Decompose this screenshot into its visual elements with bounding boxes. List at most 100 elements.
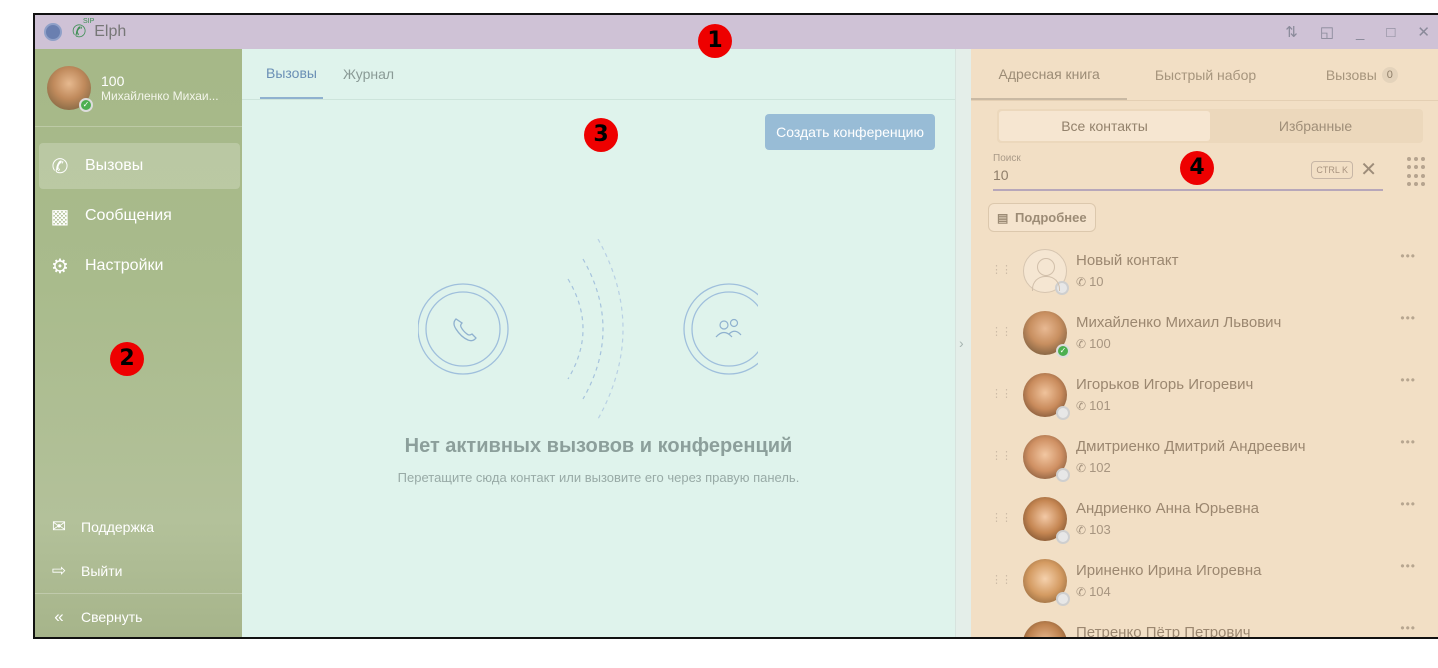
more-icon[interactable]: ••• (1400, 249, 1416, 263)
more-icon[interactable]: ••• (1400, 621, 1416, 635)
drag-handle-icon[interactable]: ⋮⋮ (991, 449, 1012, 462)
contact-number: ✆ 10 (1076, 274, 1104, 289)
clear-search-icon[interactable]: ✕ (1360, 157, 1377, 182)
collapse-label: Свернуть (81, 608, 143, 625)
filter-all-contacts[interactable]: Все контакты (999, 111, 1210, 141)
search-input[interactable] (993, 167, 1293, 183)
dialpad-icon[interactable] (1407, 157, 1425, 187)
sidebar-item-calls[interactable]: ✆ Вызовы (39, 143, 240, 189)
call-inner-ring (425, 291, 501, 367)
offline-status-icon (1055, 281, 1069, 295)
tab-calls-label: Вызовы (1325, 66, 1377, 83)
list-item[interactable]: ⋮⋮ Новый контакт ✆ 10 ••• (971, 241, 1438, 303)
more-icon[interactable]: ••• (1400, 373, 1416, 387)
contact-number: ✆ 104 (1076, 584, 1111, 599)
calls-tabs: Вызовы Журнал (242, 49, 955, 100)
online-status-icon: ✓ (1056, 344, 1070, 358)
user-profile[interactable]: ✓ 100 Михайленко Михаи... (35, 49, 242, 127)
contact-name: Петренко Пётр Петрович (1076, 624, 1251, 639)
details-button[interactable]: ▤ Подробнее (988, 203, 1096, 232)
phone-icon: ✆ (1076, 337, 1087, 351)
phone-icon: ✆ (1076, 461, 1087, 475)
avatar (1023, 435, 1070, 482)
drag-handle-icon[interactable]: ⋮⋮ (991, 325, 1012, 338)
logout-icon: ⇨ (51, 561, 67, 580)
sidebar-item-settings[interactable]: ⚙ Настройки (39, 243, 240, 289)
support-link[interactable]: ✉ Поддержка (35, 505, 242, 549)
conference-person-icon (729, 318, 739, 328)
more-icon[interactable]: ••• (1400, 497, 1416, 511)
close-icon[interactable]: ✕ (1417, 23, 1430, 41)
offline-status-icon (1056, 406, 1070, 420)
tab-speed-dial[interactable]: Быстрый набор (1127, 49, 1283, 100)
tab-address-book[interactable]: Адресная книга (971, 49, 1128, 100)
profile-text: 100 Михайленко Михаи... (101, 73, 219, 103)
sidebar: ✓ 100 Михайленко Михаи... ✆ Вызовы ▩ Соо… (35, 49, 242, 637)
sidebar-item-messages[interactable]: ▩ Сообщения (39, 193, 240, 239)
phone-icon: ✆ (1076, 399, 1087, 413)
list-item[interactable]: ⋮⋮ Андриенко Анна Юрьевна ✆ 103 ••• (971, 489, 1438, 551)
drag-handle-icon[interactable]: ⋮⋮ (991, 635, 1012, 637)
filter-favorites[interactable]: Избранные (1210, 111, 1421, 141)
contact-number-value: 104 (1089, 584, 1111, 599)
call-icon (453, 318, 477, 342)
drag-handle-icon[interactable]: ⋮⋮ (991, 387, 1012, 400)
sidebar-item-label: Сообщения (85, 207, 172, 224)
app-window: ✆ SIP Elph ⇅ ◱ _ □ ✕ ✓ 100 Михайленко Мих… (33, 13, 1438, 639)
message-icon: ▩ (50, 205, 70, 228)
chevron-right-icon[interactable]: › (959, 335, 964, 351)
panel-splitter[interactable]: › (955, 49, 971, 637)
list-item[interactable]: ⋮⋮ ✓ Михайленко Михаил Львович ✆ 100 ••• (971, 303, 1438, 365)
contact-name: Михайленко Михаил Львович (1076, 314, 1282, 331)
drag-handle-icon[interactable]: ⋮⋮ (991, 511, 1012, 524)
collapse-button[interactable]: « Свернуть (35, 593, 242, 637)
contacts-filter: Все контакты Избранные (997, 109, 1423, 143)
maximize-icon[interactable]: □ (1386, 24, 1395, 41)
wave-outer (597, 239, 624, 419)
callout-marker-3: 3 (584, 118, 618, 152)
contact-name: Игорьков Игорь Игоревич (1076, 376, 1254, 393)
create-conference-button[interactable]: Создать конференцию (765, 114, 935, 150)
window-title: Elph (94, 23, 127, 40)
logout-link[interactable]: ⇨ Выйти (35, 549, 242, 593)
more-icon[interactable]: ••• (1400, 559, 1416, 573)
contact-name: Дмитриенко Дмитрий Андреевич (1076, 438, 1306, 455)
contact-card-icon: ▤ (997, 211, 1009, 225)
more-icon[interactable]: ••• (1400, 435, 1416, 449)
sidebar-nav: ✆ Вызовы ▩ Сообщения ⚙ Настройки (35, 143, 242, 289)
title-bar[interactable]: ✆ SIP Elph ⇅ ◱ _ □ ✕ (35, 15, 1438, 49)
pin-icon[interactable]: ⇅ (1285, 23, 1298, 41)
tab-calls[interactable]: Вызовы (260, 49, 323, 99)
list-item[interactable]: ⋮⋮ Игорьков Игорь Игоревич ✆ 101 ••• (971, 365, 1438, 427)
contact-list: ⋮⋮ Новый контакт ✆ 10 ••• ⋮⋮ ✓ Михайленко… (971, 241, 1438, 639)
tab-calls-right[interactable]: Вызовы 0 (1284, 49, 1438, 100)
list-item[interactable]: ⋮⋮ Ириненко Ирина Игоревна ✆ 104 ••• (971, 551, 1438, 613)
contact-number: ✆ 103 (1076, 522, 1111, 537)
tab-journal[interactable]: Журнал (337, 49, 400, 99)
minimize-icon[interactable]: _ (1356, 24, 1364, 41)
contact-number-value: 100 (1089, 336, 1111, 351)
more-icon[interactable]: ••• (1400, 311, 1416, 325)
empty-state-illustration (418, 239, 758, 419)
gear-icon: ⚙ (51, 255, 69, 278)
conference-icon (715, 330, 742, 338)
list-item[interactable]: ⋮⋮ Петренко Пётр Петрович ••• (971, 613, 1438, 639)
avatar (1023, 249, 1069, 295)
conference-person-icon (719, 320, 729, 330)
call-outer-ring (418, 283, 509, 375)
restore-icon[interactable]: ◱ (1320, 23, 1334, 41)
conference-outer-ring (683, 283, 758, 375)
empty-state-subtitle: Перетащите сюда контакт или вызовите его… (397, 470, 800, 485)
list-item[interactable]: ⋮⋮ Дмитриенко Дмитрий Андреевич ✆ 102 ••• (971, 427, 1438, 489)
contact-number-value: 103 (1089, 522, 1111, 537)
drag-handle-icon[interactable]: ⋮⋮ (991, 573, 1012, 586)
contacts-tabs: Адресная книга Быстрый набор Вызовы 0 (971, 49, 1438, 101)
contact-name: Новый контакт (1076, 252, 1179, 269)
sidebar-item-label: Настройки (85, 257, 164, 274)
offline-status-icon (1056, 468, 1070, 482)
logout-label: Выйти (81, 563, 123, 579)
wave-inner (567, 278, 584, 380)
drag-handle-icon[interactable]: ⋮⋮ (991, 263, 1012, 276)
contact-number-value: 10 (1089, 274, 1104, 289)
sip-badge: SIP (82, 18, 95, 25)
